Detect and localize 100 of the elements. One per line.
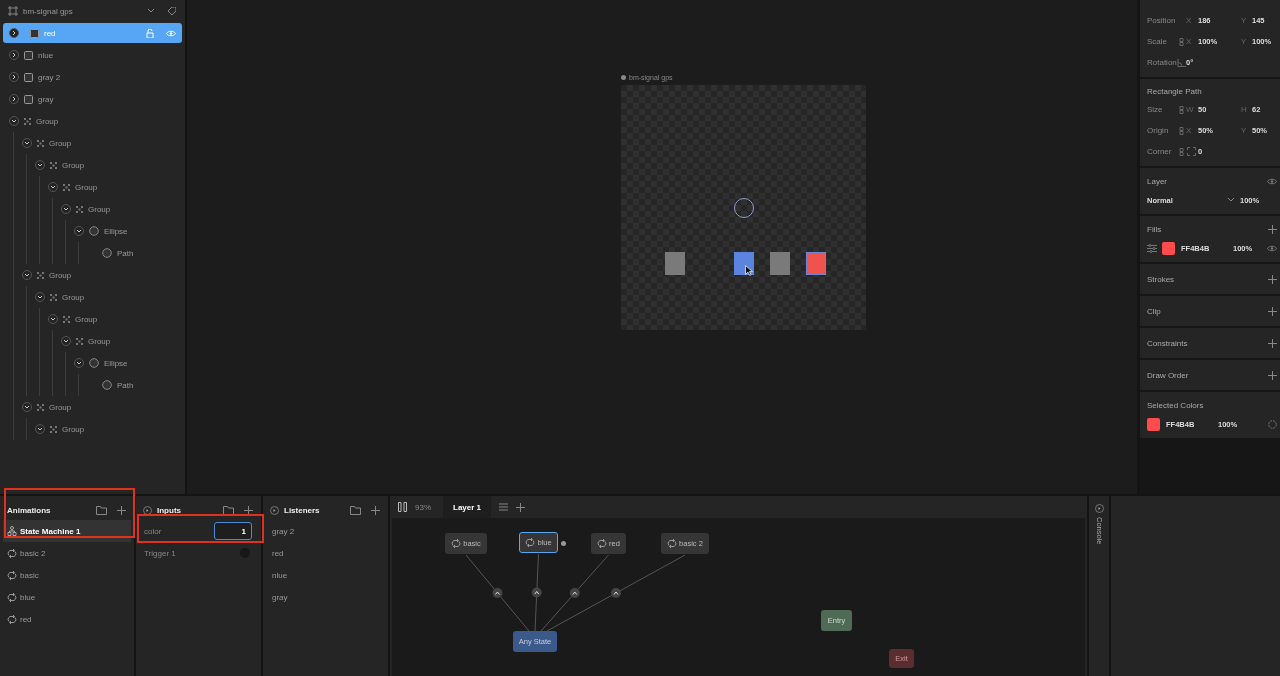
collapse-toggle-icon[interactable] bbox=[48, 314, 58, 324]
zoom-level[interactable]: 93% bbox=[415, 502, 431, 512]
loop-icon bbox=[597, 539, 608, 548]
group-icon bbox=[37, 271, 44, 279]
layer-item[interactable]: Group bbox=[55, 198, 182, 220]
layer-item[interactable]: Group bbox=[42, 308, 182, 330]
layer-item[interactable]: Group bbox=[16, 396, 182, 418]
collapse-icon[interactable] bbox=[270, 505, 279, 515]
section-title: Constraints bbox=[1147, 337, 1188, 350]
animation-item[interactable]: basic bbox=[3, 564, 131, 586]
section-title: Layer bbox=[1147, 175, 1167, 188]
loop-icon bbox=[7, 592, 17, 602]
collapse-icon[interactable] bbox=[1094, 504, 1104, 513]
input-name: Trigger 1 bbox=[144, 548, 176, 558]
layer-item[interactable]: Path bbox=[81, 374, 182, 396]
layer-item[interactable]: Group bbox=[16, 132, 182, 154]
layer-item[interactable]: gray bbox=[3, 88, 182, 110]
ellipse-icon bbox=[89, 358, 99, 368]
collapse-toggle-icon[interactable] bbox=[35, 160, 45, 170]
collapse-icon[interactable] bbox=[143, 505, 152, 515]
loop-icon bbox=[667, 539, 678, 548]
sliders-icon[interactable] bbox=[1147, 243, 1157, 253]
color-swatch[interactable] bbox=[1162, 241, 1175, 255]
animation-item[interactable]: blue bbox=[3, 586, 131, 608]
add-icon[interactable] bbox=[1268, 370, 1277, 380]
visibility-icon[interactable] bbox=[1267, 177, 1277, 185]
pause-icon[interactable] bbox=[398, 502, 407, 512]
collapse-toggle-icon[interactable] bbox=[9, 116, 19, 126]
layer-item[interactable]: Group bbox=[42, 176, 182, 198]
transition-icon[interactable] bbox=[569, 588, 580, 598]
link-icon bbox=[1177, 37, 1186, 46]
layer-item[interactable]: Ellipse bbox=[68, 352, 182, 374]
collapse-toggle-icon[interactable] bbox=[22, 138, 32, 148]
add-icon[interactable] bbox=[1268, 338, 1277, 348]
layer-item[interactable]: Group bbox=[29, 418, 182, 440]
collapse-toggle-icon[interactable] bbox=[61, 204, 71, 214]
expand-toggle-icon[interactable] bbox=[9, 28, 19, 38]
expand-toggle-icon[interactable] bbox=[9, 94, 19, 104]
group-icon bbox=[24, 117, 31, 125]
axis-label: X bbox=[1186, 126, 1193, 135]
add-icon[interactable] bbox=[1268, 306, 1277, 316]
property-label: Corner bbox=[1147, 147, 1173, 156]
layer-item[interactable]: Group bbox=[3, 110, 182, 132]
listener-item[interactable]: gray bbox=[266, 586, 385, 608]
animation-item[interactable]: State Machine 1 bbox=[3, 520, 131, 542]
collapse-toggle-icon[interactable] bbox=[74, 358, 84, 368]
group-icon bbox=[37, 403, 44, 411]
connector-dot-icon[interactable] bbox=[561, 541, 566, 546]
collapse-toggle-icon[interactable] bbox=[48, 182, 58, 192]
layer-tab[interactable]: Layer 1 bbox=[443, 496, 492, 518]
color-swatch[interactable] bbox=[1147, 417, 1160, 431]
number-field[interactable]: 1 bbox=[214, 522, 252, 540]
animation-item[interactable]: basic 2 bbox=[3, 542, 131, 564]
add-icon[interactable] bbox=[1268, 274, 1277, 284]
listener-item[interactable]: gray 2 bbox=[266, 520, 385, 542]
layer-item[interactable]: nlue bbox=[3, 44, 182, 66]
rectangle-shape[interactable] bbox=[734, 252, 754, 275]
layer-item[interactable]: Group bbox=[29, 154, 182, 176]
folder-icon[interactable] bbox=[96, 505, 107, 515]
caret-icon bbox=[1228, 198, 1234, 202]
group-icon bbox=[50, 425, 57, 433]
folder-icon[interactable] bbox=[223, 505, 234, 515]
tag-icon[interactable] bbox=[167, 6, 176, 16]
corner-radius-icon bbox=[1184, 147, 1198, 156]
transition-icon[interactable] bbox=[611, 588, 621, 598]
layer-item[interactable]: Group bbox=[55, 330, 182, 352]
layer-item[interactable]: Ellipse bbox=[68, 220, 182, 242]
axis-label: X bbox=[1186, 16, 1193, 25]
panel-title: Animations bbox=[7, 505, 51, 515]
layer-item[interactable]: Path bbox=[81, 242, 182, 264]
expand-toggle-icon[interactable] bbox=[9, 72, 19, 82]
visibility-icon[interactable] bbox=[1267, 244, 1277, 252]
folder-icon[interactable] bbox=[350, 505, 361, 515]
collapse-toggle-icon[interactable] bbox=[22, 402, 32, 412]
dropdown-caret-icon[interactable] bbox=[148, 9, 154, 13]
group-icon bbox=[63, 183, 70, 191]
transition-icon[interactable] bbox=[531, 587, 542, 598]
layer-item[interactable]: Group bbox=[29, 286, 182, 308]
link-icon bbox=[1177, 147, 1186, 156]
property-label: Size bbox=[1147, 105, 1164, 114]
add-icon[interactable] bbox=[1268, 224, 1277, 234]
add-icon[interactable] bbox=[117, 505, 126, 515]
collapse-toggle-icon[interactable] bbox=[22, 270, 32, 280]
add-icon[interactable] bbox=[244, 505, 253, 515]
collapse-toggle-icon[interactable] bbox=[35, 292, 45, 302]
collapse-toggle-icon[interactable] bbox=[35, 424, 45, 434]
listener-item[interactable]: red bbox=[266, 542, 385, 564]
transition-icon[interactable] bbox=[492, 588, 503, 598]
listener-item[interactable]: nlue bbox=[266, 564, 385, 586]
collapse-toggle-icon[interactable] bbox=[74, 226, 84, 236]
rectangle-icon bbox=[24, 50, 33, 60]
section-title: Selected Colors bbox=[1147, 399, 1204, 412]
layer-item[interactable]: gray 2 bbox=[3, 66, 182, 88]
add-icon[interactable] bbox=[516, 502, 526, 512]
collapse-toggle-icon[interactable] bbox=[61, 336, 71, 346]
expand-toggle-icon[interactable] bbox=[9, 50, 19, 60]
animation-item[interactable]: red bbox=[3, 608, 131, 630]
add-icon[interactable] bbox=[371, 505, 380, 515]
section-title: Clip bbox=[1147, 305, 1161, 318]
layer-item[interactable]: Group bbox=[16, 264, 182, 286]
